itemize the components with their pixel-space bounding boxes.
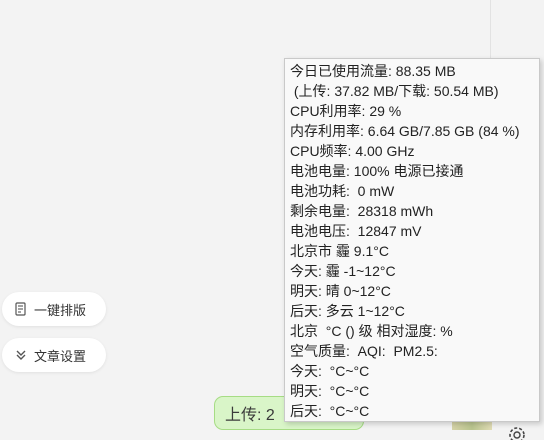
article-settings-button[interactable]: 文章设置	[2, 338, 106, 372]
tooltip-line-humidity: 北京 °C () 级 相对湿度: %	[290, 323, 453, 339]
tooltip-line-day-after-temp: 后天: °C~°C	[290, 403, 370, 419]
system-info-tooltip: 今日已使用流量: 88.35 MB (上传: 37.82 MB/下载: 50.5…	[284, 58, 540, 422]
status-bubble-text: 上传: 2	[225, 407, 275, 424]
tooltip-line-weather-day-after: 后天: 多云 1~12°C	[290, 303, 405, 319]
one-click-format-label: 一键排版	[34, 302, 87, 318]
app-canvas: 一键排版 文章设置 上传: 2 今日已使用流量: 88.35 MB (上传: 3…	[0, 0, 544, 440]
tooltip-line-battery-level: 电池电量: 100% 电源已接通	[290, 163, 464, 179]
tooltip-line-weather-now: 北京市 霾 9.1°C	[290, 243, 389, 259]
tooltip-line-weather-tomorrow: 明天: 晴 0~12°C	[290, 283, 391, 299]
tooltip-line-cpu-usage: CPU利用率: 29 %	[290, 103, 402, 119]
tooltip-line-today-temp: 今天: °C~°C	[290, 363, 370, 379]
article-settings-label: 文章设置	[34, 348, 87, 364]
document-format-icon	[14, 302, 28, 316]
one-click-format-button[interactable]: 一键排版	[2, 292, 106, 326]
tooltip-line-weather-today: 今天: 霾 -1~12°C	[290, 263, 396, 279]
tooltip-line-cpu-frequency: CPU频率: 4.00 GHz	[290, 143, 415, 159]
chevron-double-down-icon	[14, 348, 28, 362]
tooltip-line-upload-download: (上传: 37.82 MB/下载: 50.54 MB)	[290, 83, 499, 99]
tooltip-line-air-quality: 空气质量: AQI: PM2.5:	[290, 343, 442, 359]
tooltip-line-memory-usage: 内存利用率: 6.64 GB/7.85 GB (84 %)	[290, 123, 520, 139]
tooltip-line-tomorrow-temp: 明天: °C~°C	[290, 383, 370, 399]
tooltip-line-battery-voltage: 电池电压: 12847 mV	[290, 223, 422, 239]
divider	[490, 0, 491, 62]
tooltip-line-battery-power: 电池功耗: 0 mW	[290, 183, 395, 199]
tooltip-line-traffic-today: 今日已使用流量: 88.35 MB	[290, 63, 456, 79]
gear-icon[interactable]	[506, 424, 528, 440]
tooltip-line-remaining-capacity: 剩余电量: 28318 mWh	[290, 203, 434, 219]
